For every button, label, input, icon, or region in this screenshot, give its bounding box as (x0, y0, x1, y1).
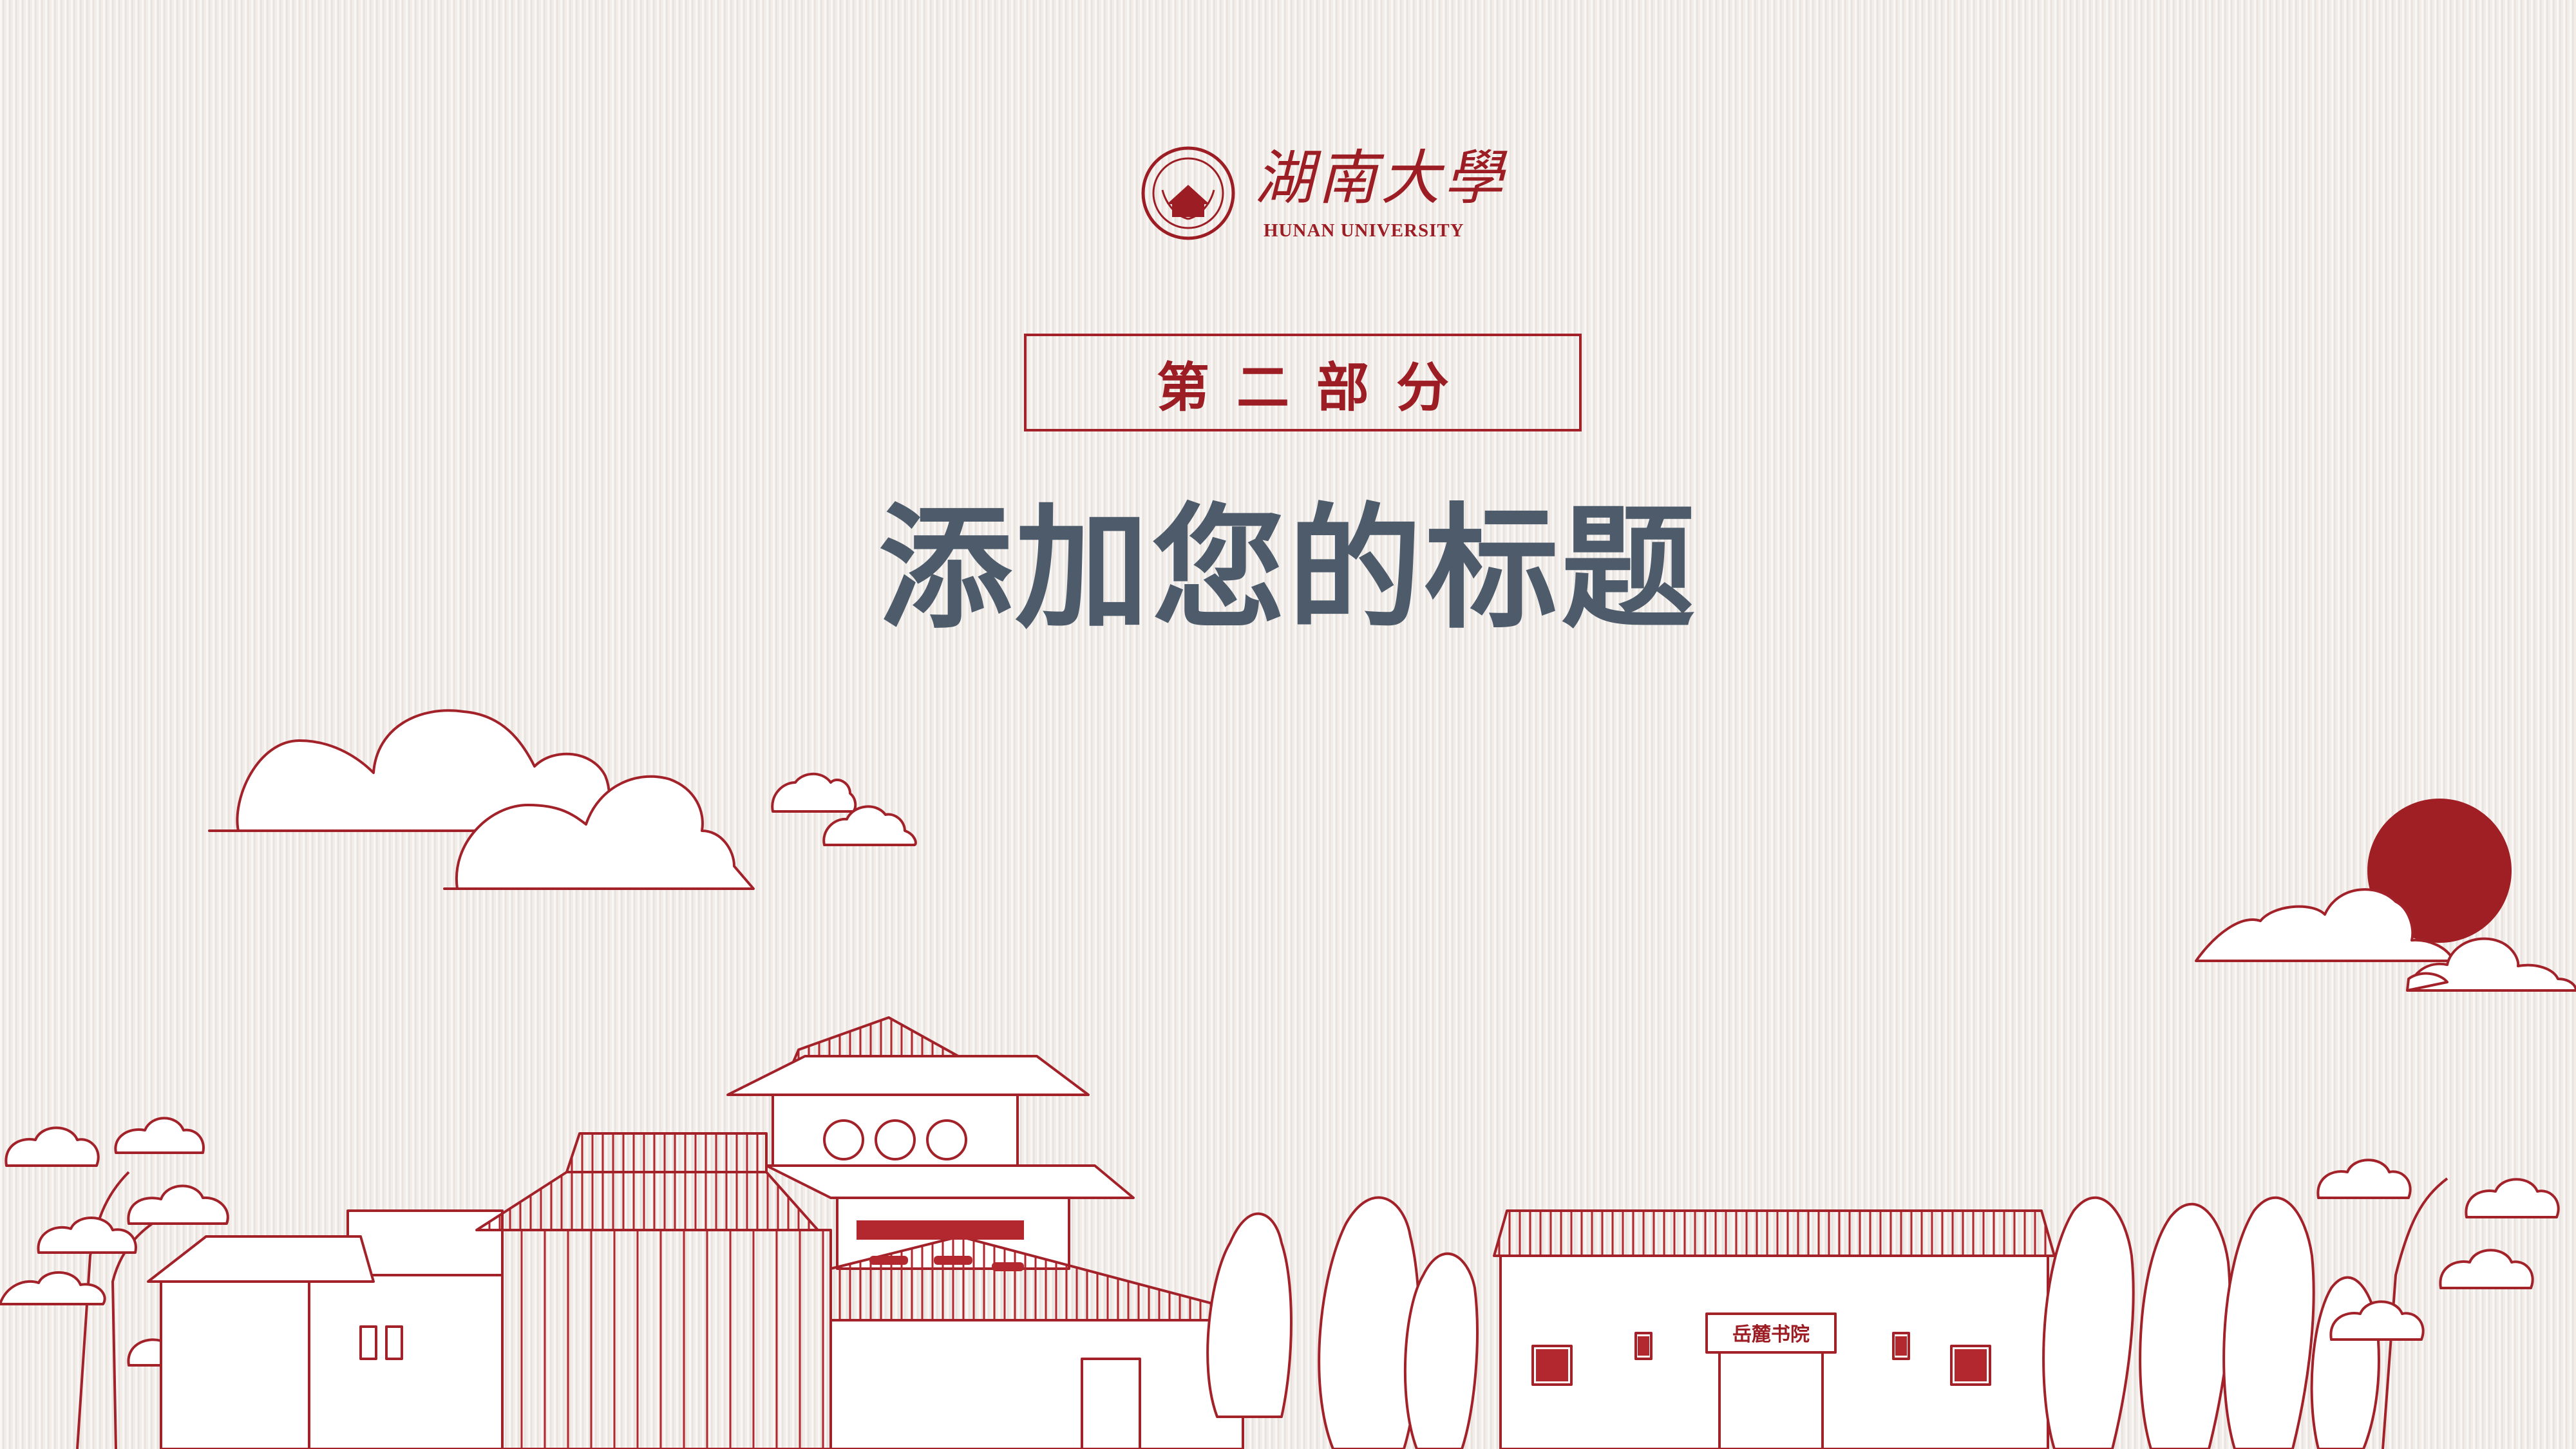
cloud-1 (208, 709, 639, 832)
page-title: 添加您的标题 (878, 491, 1698, 647)
section-label-box: 第二部分 (1024, 334, 1582, 431)
academy-buildings (147, 1016, 2380, 1449)
university-logo: 湖南大學 HUNAN UNIVERSITY (1140, 145, 1503, 242)
cloud-3 (771, 772, 857, 813)
plaque-text: 岳麓书院 (1732, 1323, 1810, 1346)
section-label: 第二部分 (1156, 357, 1476, 419)
university-name-english: HUNAN UNIVERSITY (1264, 220, 1464, 241)
gate-roof (1493, 1209, 2056, 1257)
university-name-calligraphy: 湖南大學 (1255, 144, 1508, 213)
university-seal-icon (1141, 146, 1235, 240)
